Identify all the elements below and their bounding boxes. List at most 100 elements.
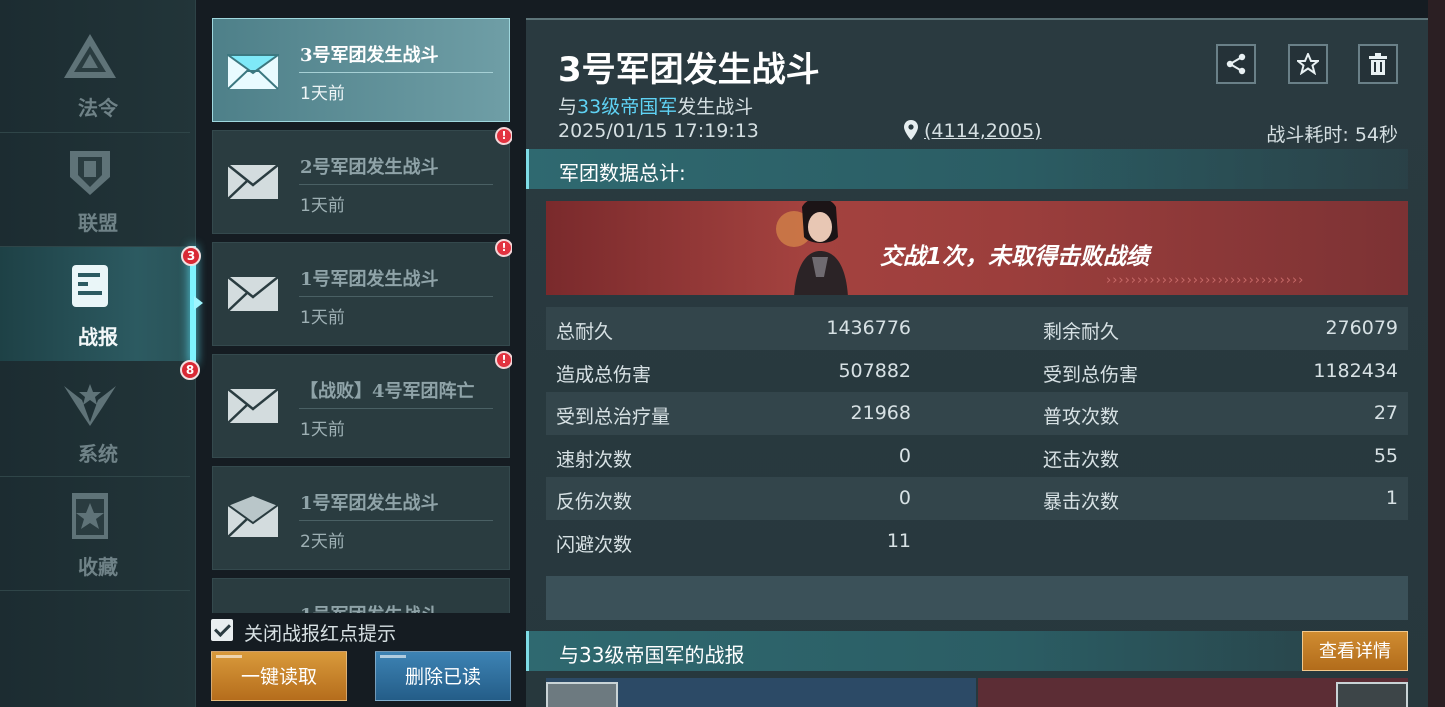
star-banner-icon (72, 493, 108, 539)
section-header-reports: 与33级帝国军的战报 (526, 631, 1408, 671)
unread-dot: ! (495, 351, 512, 369)
stat-value: 55 (1373, 444, 1398, 467)
mail-time: 1天前 (300, 420, 345, 440)
section-title: 军团数据总计: (559, 161, 686, 185)
nav-label: 战报 (78, 325, 118, 349)
nav-item-favorites[interactable]: 收藏 (0, 477, 196, 591)
view-details-button[interactable]: 查看详情 (1302, 631, 1408, 671)
side-nav: 法令 联盟 战报 3 8 系统 收藏 (0, 0, 203, 707)
mail-time: 1天前 (300, 84, 345, 104)
share-icon (1226, 53, 1246, 75)
badge-count: 3 (181, 246, 201, 266)
stat-value: 21968 (850, 402, 911, 425)
divider (299, 520, 493, 521)
favorite-button[interactable] (1288, 44, 1328, 84)
mail-title: 3号军团发生战斗 (300, 45, 439, 66)
report-detail-panel: 3号军团发生战斗 与33级帝国军发生战斗 2025/01/15 17:19:13… (526, 18, 1428, 707)
mail-time: 1天前 (300, 196, 345, 216)
stat-value: 507882 (838, 359, 911, 382)
stat-label: 受到总伤害 (1043, 363, 1139, 386)
mail-item[interactable]: 1号军团发生战斗 2天前 (212, 466, 510, 570)
divider (299, 296, 493, 297)
mail-item[interactable]: 1号军团发生战斗 1天前 ! (212, 239, 512, 346)
report-title: 3号军团发生战斗 (558, 50, 820, 90)
mail-item[interactable]: 【战败】4号军团阵亡 1天前 ! (212, 351, 512, 458)
wings-star-icon (64, 384, 116, 426)
mail-title: 【战败】4号军团阵亡 (300, 381, 475, 402)
background-edge (1428, 0, 1445, 707)
mail-item[interactable]: 3号军团发生战斗 1天前 (212, 18, 510, 122)
mail-list[interactable]: 3号军团发生战斗 1天前 2号军团发生战斗 1天前 ! 1号军团发生战斗 1天前… (212, 18, 512, 613)
avatar (1336, 682, 1408, 707)
mail-title: 1号军团发生战斗 (300, 269, 439, 290)
delete-read-button[interactable]: 删除已读 (375, 651, 511, 701)
stat-value: 1 (1385, 487, 1398, 510)
battle-location[interactable]: (4114,2005) (904, 120, 1042, 142)
divider (299, 408, 493, 409)
location-pin-icon (904, 120, 918, 140)
stat-value: 1436776 (826, 317, 911, 339)
empty-row (546, 576, 1408, 620)
coordinates-link[interactable]: (4114,2005) (924, 120, 1042, 142)
trash-icon (1369, 53, 1387, 75)
nav-label: 联盟 (78, 211, 118, 235)
stat-value: 11 (886, 529, 911, 552)
stat-label: 还击次数 (1043, 448, 1120, 471)
button-decoration (216, 655, 242, 658)
unread-dot: ! (495, 239, 512, 257)
avatar (546, 682, 618, 707)
table-row: 受到总治疗量 21968 普攻次数 27 (546, 392, 1408, 435)
envelope-open-icon (227, 495, 279, 538)
share-button[interactable] (1216, 44, 1256, 84)
stat-value: 1182434 (1313, 359, 1398, 382)
mail-title: 2号军团发生战斗 (300, 157, 439, 178)
divider (299, 72, 493, 73)
star-icon (1297, 53, 1319, 75)
mail-item[interactable]: 1号军团发生战斗 (212, 578, 510, 613)
read-all-button[interactable]: 一键读取 (211, 651, 347, 701)
envelope-icon (227, 164, 279, 200)
nav-label: 法令 (78, 96, 118, 120)
nav-label: 系统 (78, 442, 118, 466)
nav-item-alliance[interactable]: 联盟 (0, 133, 196, 247)
checkbox[interactable] (211, 619, 233, 641)
divider (0, 590, 190, 591)
stat-label: 普攻次数 (1043, 406, 1120, 429)
delete-button[interactable] (1358, 44, 1398, 84)
battle-report-row[interactable] (546, 678, 1408, 707)
mail-title: 1号军团发生战斗 (300, 601, 439, 613)
enemy-link[interactable]: 33级帝国军 (577, 96, 677, 118)
button-label: 删除已读 (404, 666, 481, 688)
envelope-open-icon (227, 54, 279, 90)
button-decoration (380, 655, 406, 658)
stat-label: 受到总治疗量 (556, 406, 671, 429)
table-row: 反伤次数 0 暴击次数 1 (546, 477, 1408, 520)
section-title: 与33级帝国军的战报 (559, 643, 745, 667)
unread-dot: ! (495, 127, 512, 145)
nav-item-decree[interactable]: 法令 (0, 18, 196, 132)
table-row: 速射次数 0 还击次数 55 (546, 435, 1408, 478)
stats-table: 总耐久 1436776 剩余耐久 276079 造成总伤害 507882 受到总… (546, 307, 1408, 563)
stat-label: 造成总伤害 (556, 363, 652, 386)
stat-label: 暴击次数 (1043, 491, 1120, 514)
section-header-summary: 军团数据总计: (526, 149, 1408, 189)
table-row: 闪避次数 11 (546, 520, 1408, 563)
stat-value: 276079 (1325, 317, 1398, 339)
table-row: 总耐久 1436776 剩余耐久 276079 (546, 307, 1408, 350)
button-label: 一键读取 (240, 666, 317, 688)
battle-duration: 战斗耗时: 54秒 (1266, 124, 1398, 146)
stat-label: 速射次数 (556, 448, 633, 471)
stat-label: 总耐久 (556, 321, 614, 343)
envelope-icon (227, 388, 279, 424)
nav-item-system[interactable]: 系统 (0, 364, 196, 478)
result-text: 交战1次，未取得击败战绩 (880, 244, 1150, 270)
report-subtitle: 与33级帝国军发生战斗 (558, 96, 754, 118)
nav-item-reports[interactable]: 战报 (0, 247, 196, 361)
table-row: 造成总伤害 507882 受到总伤害 1182434 (546, 350, 1408, 393)
stat-value: 27 (1373, 402, 1398, 425)
stat-value: 0 (898, 444, 911, 467)
mail-item[interactable]: 2号军团发生战斗 1天前 ! (212, 127, 512, 234)
result-banner: 交战1次，未取得击败战绩 ›››››››››››››››››››››››››››… (546, 201, 1408, 295)
mail-title: 1号军团发生战斗 (300, 493, 439, 514)
stat-label: 反伤次数 (556, 491, 633, 514)
